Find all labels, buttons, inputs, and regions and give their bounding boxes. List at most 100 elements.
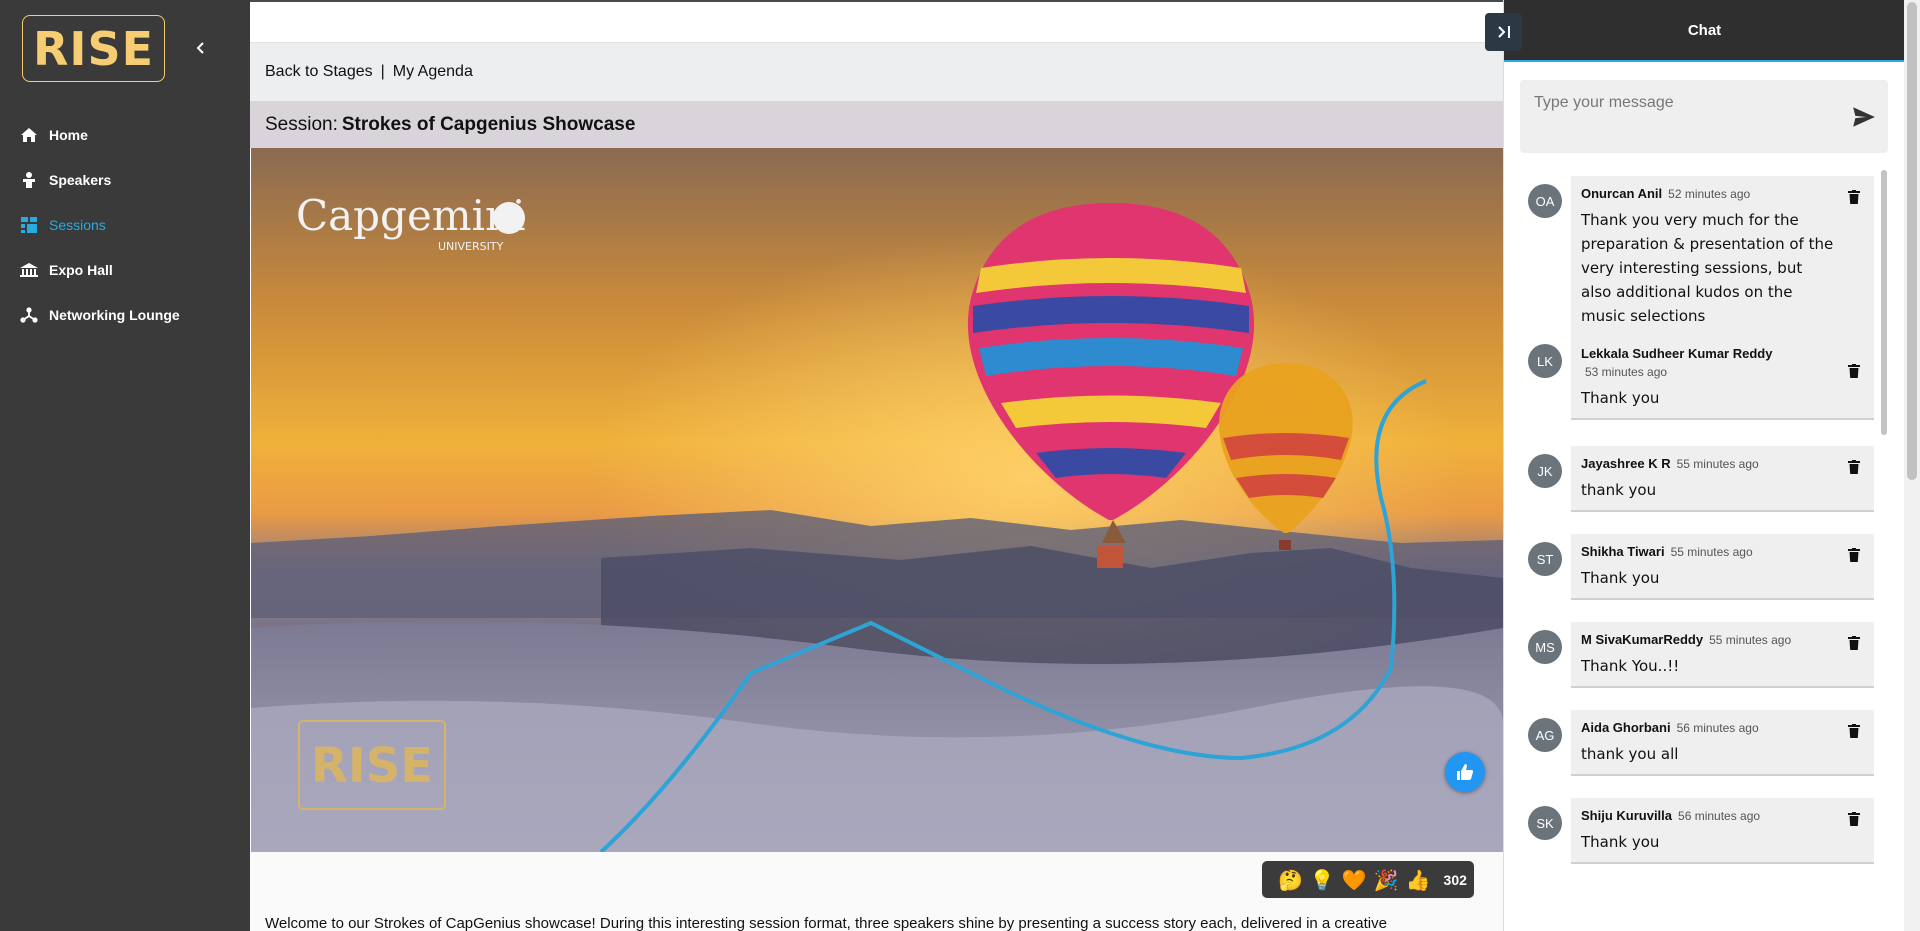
message-bubble: Shikha Tiwari 55 minutes ago Thank you: [1571, 534, 1874, 600]
sidebar-item-sessions[interactable]: Sessions: [0, 202, 250, 247]
top-bar: [250, 0, 1503, 43]
spade-icon: [493, 202, 525, 234]
page-scrollbar-thumb[interactable]: [1907, 2, 1917, 480]
page-scrollbar[interactable]: [1904, 0, 1920, 931]
back-to-stages-link[interactable]: Back to Stages: [265, 63, 373, 81]
message-time: 56 minutes ago: [1676, 721, 1759, 735]
message-author: Shiju Kuruvilla: [1581, 808, 1673, 823]
message-author: M SivaKumarReddy: [1581, 632, 1704, 647]
avatar: OA: [1528, 184, 1562, 218]
session-prefix: Session:: [265, 113, 338, 135]
rise-badge-text: RISE: [311, 738, 433, 794]
sidebar-item-label: Home: [49, 126, 88, 143]
sessions-icon: [19, 215, 39, 235]
message-author: Jayashree K R: [1581, 456, 1671, 471]
sidebar-item-label: Networking Lounge: [49, 306, 180, 323]
reactions-bar: 🤔 💡 🧡 🎉 👍 302: [1262, 861, 1474, 898]
message-time: 55 minutes ago: [1670, 545, 1753, 559]
trash-icon[interactable]: [1848, 460, 1860, 474]
message-text: Thank You..!!: [1581, 657, 1680, 675]
thumbs-up-emoji-icon[interactable]: 👍: [1406, 868, 1431, 892]
message-author: Onurcan Anil: [1581, 186, 1663, 201]
message-time: 53 minutes ago: [1585, 365, 1668, 379]
message-text: Thank you: [1581, 569, 1660, 587]
message-time: 55 minutes ago: [1676, 457, 1759, 471]
like-button[interactable]: [1445, 752, 1485, 792]
trash-icon[interactable]: [1848, 364, 1860, 378]
avatar: SK: [1528, 806, 1562, 840]
breadcrumb-separator: |: [380, 63, 385, 80]
message-time: 55 minutes ago: [1709, 633, 1792, 647]
message-time: 56 minutes ago: [1678, 809, 1761, 823]
network-icon: [19, 305, 39, 325]
chat-input-box: [1520, 80, 1888, 153]
thumbs-up-icon: [1457, 764, 1473, 780]
building-icon: [19, 260, 39, 280]
chat-title: Chat: [1687, 21, 1722, 39]
chat-scrollbar-thumb[interactable]: [1881, 170, 1887, 435]
chat-message-input[interactable]: [1534, 94, 1834, 112]
reaction-count: 302: [1443, 871, 1467, 888]
send-icon[interactable]: [1851, 104, 1877, 130]
message-bubble: M SivaKumarReddy 55 minutes ago Thank You…: [1571, 622, 1874, 688]
message-text: thank you all: [1581, 745, 1679, 763]
session-title-bar: Session: Strokes of Capgenius Showcase: [250, 101, 1503, 148]
breadcrumb: Back to Stages | My Agenda: [250, 43, 1503, 101]
heart-emoji-icon[interactable]: 🧡: [1342, 868, 1367, 892]
stage-video[interactable]: Capgemini UNIVERSITY RISE: [251, 148, 1503, 852]
trash-icon[interactable]: [1848, 636, 1860, 650]
message-bubble: Onurcan Anil 52 minutes ago Thank you ver…: [1571, 176, 1874, 338]
message-text: Thank you: [1581, 833, 1660, 851]
chat-header: Chat: [1504, 0, 1905, 62]
message-author: Aida Ghorbani: [1581, 720, 1671, 735]
main-content: Back to Stages | My Agenda Session: Stro…: [250, 0, 1503, 931]
sidebar-item-home[interactable]: Home: [0, 112, 250, 157]
chat-message-list[interactable]: OA Onurcan Anil 52 minutes ago Thank you …: [1504, 168, 1884, 888]
sidebar-item-label: Sessions: [49, 216, 106, 233]
collapse-chat-button[interactable]: [1485, 13, 1522, 51]
avatar: AG: [1528, 718, 1562, 752]
session-description: Welcome to our Strokes of CapGenius show…: [265, 915, 1387, 931]
sidebar: RISE Home Speakers Sessions Expo Hall Ne…: [0, 0, 250, 931]
message-author: Shikha Tiwari: [1581, 544, 1665, 559]
message-bubble: Aida Ghorbani 56 minutes ago thank you al…: [1571, 710, 1874, 776]
avatar: MS: [1528, 630, 1562, 664]
message-text: thank you: [1581, 481, 1657, 499]
collapse-sidebar-button[interactable]: [189, 36, 213, 60]
my-agenda-link[interactable]: My Agenda: [393, 63, 473, 81]
trash-icon[interactable]: [1848, 190, 1860, 204]
home-icon: [19, 125, 39, 145]
trash-icon[interactable]: [1848, 812, 1860, 826]
chevron-left-icon: [196, 42, 204, 54]
sidebar-item-label: Speakers: [49, 171, 112, 188]
message-bubble: Shiju Kuruvilla 56 minutes ago Thank you: [1571, 798, 1874, 864]
message-author: Lekkala Sudheer Kumar Reddy: [1581, 346, 1773, 361]
message-text: Thank you: [1581, 389, 1660, 407]
sidebar-item-networking-lounge[interactable]: Networking Lounge: [0, 292, 250, 337]
message-bubble: Jayashree K R 55 minutes ago thank you: [1571, 446, 1874, 512]
message-time: 52 minutes ago: [1668, 187, 1751, 201]
capgemini-logo-text: Capgemini: [296, 191, 526, 240]
sidebar-nav: Home Speakers Sessions Expo Hall Network…: [0, 112, 250, 337]
rise-logo[interactable]: RISE: [22, 15, 165, 82]
university-text: UNIVERSITY: [438, 240, 504, 253]
chat-scrollbar[interactable]: [1881, 168, 1887, 888]
sidebar-item-speakers[interactable]: Speakers: [0, 157, 250, 202]
chat-panel: Chat OA Onurcan Anil 52 minutes ago Thank…: [1503, 0, 1905, 931]
stage-image: Capgemini UNIVERSITY RISE: [251, 148, 1503, 852]
collapse-right-icon: [1497, 26, 1510, 38]
message-text: Thank you very much for the preparation …: [1581, 211, 1834, 325]
sidebar-item-label: Expo Hall: [49, 261, 113, 278]
logo-text: RISE: [32, 21, 155, 76]
podium-icon: [19, 170, 39, 190]
sidebar-item-expo-hall[interactable]: Expo Hall: [0, 247, 250, 292]
avatar: JK: [1528, 454, 1562, 488]
lightbulb-emoji-icon[interactable]: 💡: [1310, 868, 1335, 892]
party-emoji-icon[interactable]: 🎉: [1374, 868, 1399, 892]
thinking-emoji-icon[interactable]: 🤔: [1278, 868, 1303, 892]
session-title: Strokes of Capgenius Showcase: [341, 113, 636, 135]
trash-icon[interactable]: [1848, 724, 1860, 738]
avatar: ST: [1528, 542, 1562, 576]
trash-icon[interactable]: [1848, 548, 1860, 562]
message-bubble: Lekkala Sudheer Kumar Reddy 53 minutes ag…: [1571, 336, 1874, 420]
